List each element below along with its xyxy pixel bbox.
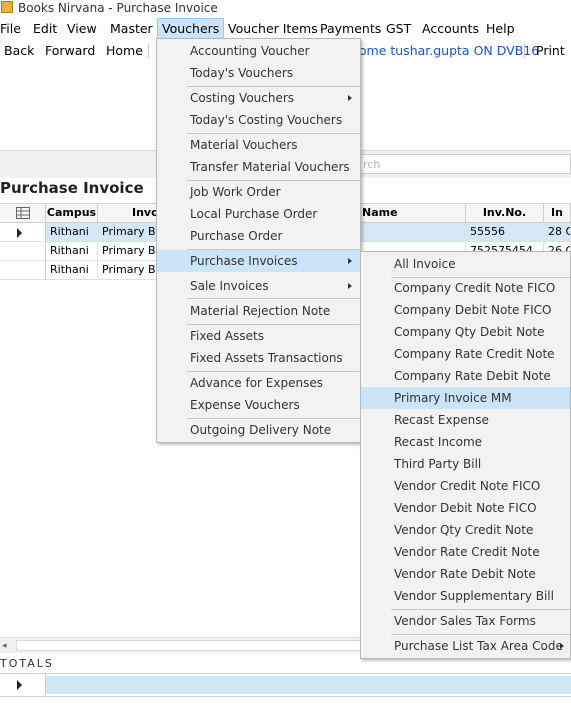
toolbar-divider <box>148 44 149 58</box>
menu-file[interactable]: File <box>0 18 25 40</box>
row-selector[interactable] <box>0 223 46 242</box>
table-cell-name[interactable] <box>360 223 466 242</box>
menu-item-fixed-assets[interactable]: Fixed Assets <box>157 325 360 347</box>
menu-view[interactable]: View <box>63 18 101 40</box>
title-bar: Books Nirvana - Purchase Invoice <box>0 0 571 18</box>
purchase-invoices-submenu: All Invoice Company Credit Note FICO Com… <box>360 251 571 659</box>
welcome-text: come tushar.gupta ON DVB16 <box>352 43 540 58</box>
totals-label: TOTALS <box>0 657 54 670</box>
vouchers-menu: Accounting Voucher Today's Vouchers Cost… <box>156 38 361 443</box>
table-cell-inv-no[interactable]: 55556 <box>466 223 544 242</box>
submenu-arrow-icon <box>560 643 564 649</box>
print-button[interactable]: Print <box>536 43 565 58</box>
submenu-arrow-icon <box>348 95 352 101</box>
menu-item-costing-vouchers[interactable]: Costing Vouchers <box>157 87 360 109</box>
table-cell-campus[interactable]: Rithani <box>46 242 98 261</box>
menu-item-outgoing-delivery-note[interactable]: Outgoing Delivery Note <box>157 419 360 441</box>
menu-item-todays-vouchers[interactable]: Today's Vouchers <box>157 62 360 84</box>
row-selector[interactable] <box>0 261 46 280</box>
submenu-item-company-debit-note-fico[interactable]: Company Debit Note FICO <box>361 299 570 321</box>
scroll-left-icon[interactable]: ◂ <box>2 641 7 651</box>
menu-voucher-items[interactable]: Voucher Items <box>224 18 322 40</box>
menu-item-accounting-voucher[interactable]: Accounting Voucher <box>157 40 360 62</box>
column-header-inv-no[interactable]: Inv.No. <box>466 203 544 223</box>
app-logo-icon <box>1 1 13 13</box>
column-chooser[interactable] <box>0 203 46 223</box>
column-header-campus[interactable]: Campus <box>46 203 98 223</box>
column-header-name[interactable]: Name <box>360 203 466 223</box>
submenu-item-vendor-supplementary-bill[interactable]: Vendor Supplementary Bill <box>361 585 570 607</box>
totals-cell[interactable] <box>46 676 571 694</box>
submenu-item-purchase-list-tax-area-code[interactable]: Purchase List Tax Area Code <box>361 635 570 657</box>
menu-item-sale-invoices[interactable]: Sale Invoices <box>157 275 360 297</box>
submenu-item-recast-income[interactable]: Recast Income <box>361 431 570 453</box>
toolbar-divider <box>524 44 525 58</box>
search-input[interactable] <box>359 155 570 173</box>
menu-item-local-purchase-order[interactable]: Local Purchase Order <box>157 203 360 225</box>
submenu-item-primary-invoice-mm[interactable]: Primary Invoice MM <box>361 387 570 409</box>
submenu-item-company-qty-debit-note[interactable]: Company Qty Debit Note <box>361 321 570 343</box>
menu-item-advance-for-expenses[interactable]: Advance for Expenses <box>157 372 360 394</box>
submenu-arrow-icon <box>348 283 352 289</box>
submenu-item-vendor-debit-note-fico[interactable]: Vendor Debit Note FICO <box>361 497 570 519</box>
row-selector[interactable] <box>0 242 46 261</box>
table-cell-campus[interactable]: Rithani <box>46 261 98 280</box>
table-cell-campus[interactable]: Rithani <box>46 223 98 242</box>
home-button[interactable]: Home <box>106 43 143 58</box>
menu-item-todays-costing-vouchers[interactable]: Today's Costing Vouchers <box>157 109 360 131</box>
current-row-arrow-icon <box>17 228 22 238</box>
menu-help[interactable]: Help <box>482 18 519 40</box>
menu-edit[interactable]: Edit <box>29 18 61 40</box>
grid-layout-icon <box>15 207 30 219</box>
submenu-item-company-rate-credit-note[interactable]: Company Rate Credit Note <box>361 343 570 365</box>
menu-item-job-work-order[interactable]: Job Work Order <box>157 181 360 203</box>
row-selector[interactable] <box>0 674 46 696</box>
menu-item-material-rejection-note[interactable]: Material Rejection Note <box>157 300 360 322</box>
menu-accounts[interactable]: Accounts <box>418 18 483 40</box>
submenu-item-third-party-bill[interactable]: Third Party Bill <box>361 453 570 475</box>
menu-item-fixed-assets-transactions[interactable]: Fixed Assets Transactions <box>157 347 360 369</box>
submenu-item-company-credit-note-fico[interactable]: Company Credit Note FICO <box>361 277 570 299</box>
menu-payments[interactable]: Payments <box>316 18 385 40</box>
menu-vouchers[interactable]: Vouchers <box>157 18 225 40</box>
menu-item-expense-vouchers[interactable]: Expense Vouchers <box>157 394 360 416</box>
submenu-item-vendor-credit-note-fico[interactable]: Vendor Credit Note FICO <box>361 475 570 497</box>
search-box[interactable] <box>358 154 571 174</box>
table-cell-in[interactable]: 28 O <box>544 223 571 242</box>
menu-separator <box>187 298 360 299</box>
submenu-arrow-icon <box>348 258 352 264</box>
back-button[interactable]: Back <box>4 43 34 58</box>
page-title: Purchase Invoice <box>0 179 144 197</box>
submenu-item-vendor-qty-credit-note[interactable]: Vendor Qty Credit Note <box>361 519 570 541</box>
submenu-item-recast-expense[interactable]: Recast Expense <box>361 409 570 431</box>
submenu-item-vendor-sales-tax-forms[interactable]: Vendor Sales Tax Forms <box>361 610 570 632</box>
menu-item-material-vouchers[interactable]: Material Vouchers <box>157 134 360 156</box>
menu-item-purchase-order[interactable]: Purchase Order <box>157 225 360 247</box>
submenu-item-vendor-rate-debit-note[interactable]: Vendor Rate Debit Note <box>361 563 570 585</box>
current-row-arrow-icon <box>17 680 22 690</box>
menu-master[interactable]: Master <box>106 18 157 40</box>
menu-item-transfer-material-vouchers[interactable]: Transfer Material Vouchers <box>157 156 360 178</box>
menu-item-purchase-invoices[interactable]: Purchase Invoices <box>157 250 360 272</box>
column-header-in[interactable]: In <box>544 203 571 223</box>
submenu-item-company-rate-debit-note[interactable]: Company Rate Debit Note <box>361 365 570 387</box>
menu-gst[interactable]: GST <box>382 18 415 40</box>
totals-row <box>0 673 571 697</box>
menu-bar: File Edit View Master Vouchers Voucher I… <box>0 18 571 40</box>
submenu-item-all-invoice[interactable]: All Invoice <box>361 253 570 275</box>
window-title: Books Nirvana - Purchase Invoice <box>18 1 218 15</box>
submenu-item-vendor-rate-credit-note[interactable]: Vendor Rate Credit Note <box>361 541 570 563</box>
forward-button[interactable]: Forward <box>45 43 95 58</box>
